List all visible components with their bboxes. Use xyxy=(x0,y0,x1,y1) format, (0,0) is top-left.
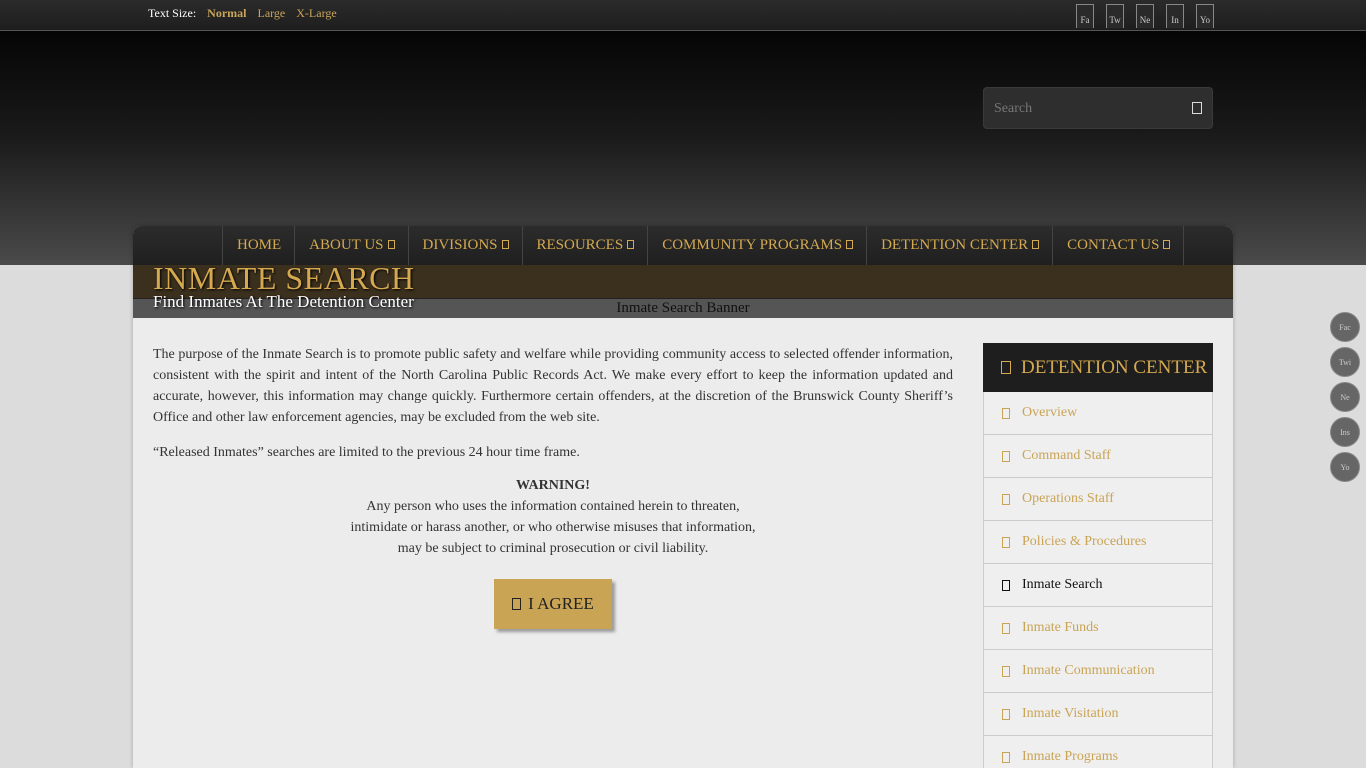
youtube-icon[interactable]: Yo xyxy=(1196,4,1214,28)
chevron-down-icon xyxy=(1163,240,1171,249)
sidebar-item-command-staff[interactable]: Command Staff xyxy=(983,435,1213,478)
twitter-icon[interactable]: Tw xyxy=(1106,4,1124,28)
chevron-down-icon xyxy=(627,240,635,249)
news-icon[interactable]: Ne xyxy=(1136,4,1154,28)
nav-community-programs[interactable]: COMMUNITY PROGRAMS xyxy=(647,226,866,265)
chevron-down-icon xyxy=(387,240,395,249)
sidebar-item-inmate-funds[interactable]: Inmate Funds xyxy=(983,607,1213,650)
bullet-icon xyxy=(1002,450,1010,462)
search-icon[interactable] xyxy=(1192,102,1202,114)
facebook-icon[interactable]: Fac xyxy=(1330,312,1360,342)
twitter-icon[interactable]: Twi xyxy=(1330,347,1360,377)
nav-resources[interactable]: RESOURCES xyxy=(521,226,648,265)
instagram-icon[interactable]: In xyxy=(1166,4,1184,28)
sidebar-item-inmate-programs[interactable]: Inmate Programs xyxy=(983,736,1213,768)
search-box xyxy=(983,87,1213,129)
bullet-icon xyxy=(1002,407,1010,419)
nav-divisions[interactable]: DIVISIONS xyxy=(407,226,522,265)
facebook-icon[interactable]: Fa xyxy=(1076,4,1094,28)
chevron-down-icon xyxy=(846,240,854,249)
search-input[interactable] xyxy=(994,99,1174,119)
check-icon xyxy=(512,598,522,610)
bullet-icon xyxy=(1002,751,1010,763)
warning-block: WARNING! Any person who uses the informa… xyxy=(153,475,953,559)
sidebar-item-inmate-visitation[interactable]: Inmate Visitation xyxy=(983,693,1213,736)
i-agree-button[interactable]: I AGREE xyxy=(494,579,612,629)
social-links: Fa Tw Ne In Yo xyxy=(1076,4,1214,28)
sidebar-item-operations-staff[interactable]: Operations Staff xyxy=(983,478,1213,521)
sidebar-item-overview[interactable]: Overview xyxy=(983,392,1213,435)
sidebar-item-policies[interactable]: Policies & Procedures xyxy=(983,521,1213,564)
sidebar-item-inmate-communication[interactable]: Inmate Communication xyxy=(983,650,1213,693)
sidebar-item-inmate-search[interactable]: Inmate Search xyxy=(983,564,1213,607)
intro-paragraph: The purpose of the Inmate Search is to p… xyxy=(153,347,953,425)
warning-line: Any person who uses the information cont… xyxy=(366,499,740,514)
released-note: “Released Inmates” searches are limited … xyxy=(153,445,580,460)
text-size-normal[interactable]: Normal xyxy=(207,6,246,20)
bullet-icon xyxy=(1002,493,1010,505)
warning-line: intimidate or harass another, or who oth… xyxy=(350,520,756,535)
chevron-down-icon xyxy=(1032,240,1040,249)
page-subtitle: Find Inmates At The Detention Center xyxy=(153,292,414,311)
text-size-xlarge[interactable]: X-Large xyxy=(296,6,336,20)
building-icon xyxy=(1001,361,1011,374)
youtube-icon[interactable]: Yo xyxy=(1330,452,1360,482)
nav-contact-us[interactable]: CONTACT US xyxy=(1052,226,1185,265)
top-bar: Text Size: Normal Large X-Large Fa Tw Ne… xyxy=(0,0,1366,31)
warning-line: may be subject to criminal prosecution o… xyxy=(397,541,709,556)
bullet-icon xyxy=(1002,622,1010,634)
sidebar-heading: DETENTION CENTER xyxy=(983,343,1213,392)
news-icon[interactable]: Ne xyxy=(1330,382,1360,412)
text-size-large[interactable]: Large xyxy=(257,6,285,20)
main-content: The purpose of the Inmate Search is to p… xyxy=(153,344,953,559)
instagram-icon[interactable]: Ins xyxy=(1330,417,1360,447)
nav-detention-center[interactable]: DETENTION CENTER xyxy=(866,226,1052,265)
text-size-label: Text Size: xyxy=(148,6,197,20)
page-container: HOME ABOUT US DIVISIONS RESOURCES COMMUN… xyxy=(133,226,1233,768)
bullet-icon xyxy=(1002,708,1010,720)
warning-title: WARNING! xyxy=(516,478,590,493)
bullet-icon xyxy=(1002,536,1010,548)
i-agree-label: I AGREE xyxy=(528,594,594,613)
floating-social: Fac Twi Ne Ins Yo xyxy=(1330,312,1360,482)
chevron-down-icon xyxy=(501,240,509,249)
bullet-icon xyxy=(1002,579,1010,591)
sidebar: DETENTION CENTER Overview Command Staff … xyxy=(983,343,1213,768)
bullet-icon xyxy=(1002,665,1010,677)
text-size-selector: Text Size: Normal Large X-Large xyxy=(148,6,345,21)
